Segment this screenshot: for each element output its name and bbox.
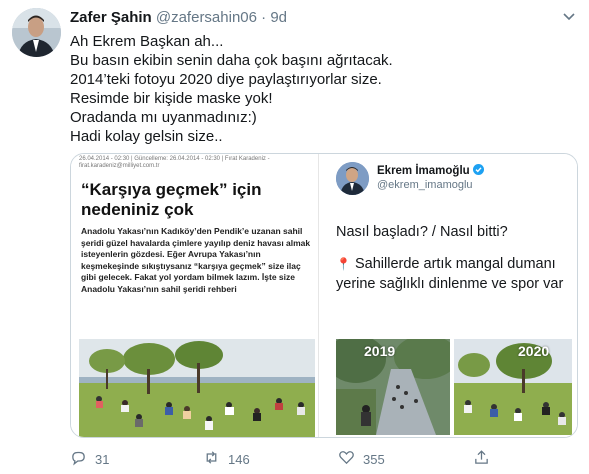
like-button[interactable]: 355 [338,449,385,469]
year-label-2020: 2020 [518,343,550,359]
retweet-button[interactable]: 146 [203,449,250,469]
quoted-tweet: Ekrem İmamoğlu @ekrem_imamoglu Nasıl baş… [320,154,577,437]
separator-dot: · [261,9,267,26]
reply-button[interactable]: 31 [70,449,109,469]
tweet-line: Oradanda mı uyanmadınız:) [70,109,257,126]
newspaper-title: “Karşıya geçmek” için nedeniniz çok [81,180,262,219]
tweet-line: Ah Ekrem Başkan ah... [70,33,224,50]
tweet-line: 2014’teki fotoyu 2020 diye paylaştırıyor… [70,71,382,88]
quoted-avatar [336,162,369,195]
comparison-photos: 2019 2020 [336,339,572,435]
newspaper-meta: 26.04.2014 - 02:30 | Güncelleme: 26.04.2… [79,156,270,169]
quoted-line-2: 📍 Sahillerde artık mangal dumanı yerine … [336,254,576,294]
pin-icon: 📍 [336,257,351,271]
like-count: 355 [363,451,385,467]
photo-2020: 2020 [454,339,572,435]
quoted-name-text: Ekrem İmamoğlu [377,165,470,177]
tweet-line: Bu basın ekibin senin daha çok başını ağ… [70,52,393,69]
heart-icon [338,449,355,469]
park-photo [79,339,315,437]
tweet-header: Zafer Şahin @zafersahin06 · 9d [70,9,559,29]
verified-badge-icon [472,164,484,175]
share-icon [473,449,490,469]
reply-count: 31 [95,451,110,467]
tweet-actions: 31 146 355 [70,449,570,471]
tweet-line: Resimde bir kişide maske yok! [70,90,273,107]
quoted-handle: @ekrem_imamoglu [377,179,473,191]
quoted-line-1: Nasıl başladı? / Nasıl bitti? [336,224,508,240]
reply-icon [70,449,87,469]
quoted-line-2-text: Sahillerde artık mangal dumanı yerine sa… [336,256,564,292]
avatar[interactable] [12,8,61,57]
share-button[interactable] [473,449,490,469]
display-name[interactable]: Zafer Şahin [70,9,152,26]
newspaper-body: Anadolu Yakası’nın Kadıköy’den Pendik’e … [81,226,311,294]
user-handle[interactable]: @zafersahin06 [156,9,257,26]
retweet-icon [203,449,220,469]
retweet-count: 146 [228,451,250,467]
newspaper-clipping: 26.04.2014 - 02:30 | Güncelleme: 26.04.2… [71,154,319,437]
photo-2019: 2019 [336,339,450,435]
year-label-2019: 2019 [364,343,396,359]
tweet-media[interactable]: 26.04.2014 - 02:30 | Güncelleme: 26.04.2… [70,153,578,438]
quoted-name: Ekrem İmamoğlu [377,164,484,177]
tweet-line: Hadi kolay gelsin size.. [70,128,223,145]
chevron-down-icon[interactable] [561,8,577,24]
tweet-time[interactable]: 9d [270,9,287,26]
tweet-text: Ah Ekrem Başkan ah... Bu basın ekibin se… [70,32,570,146]
